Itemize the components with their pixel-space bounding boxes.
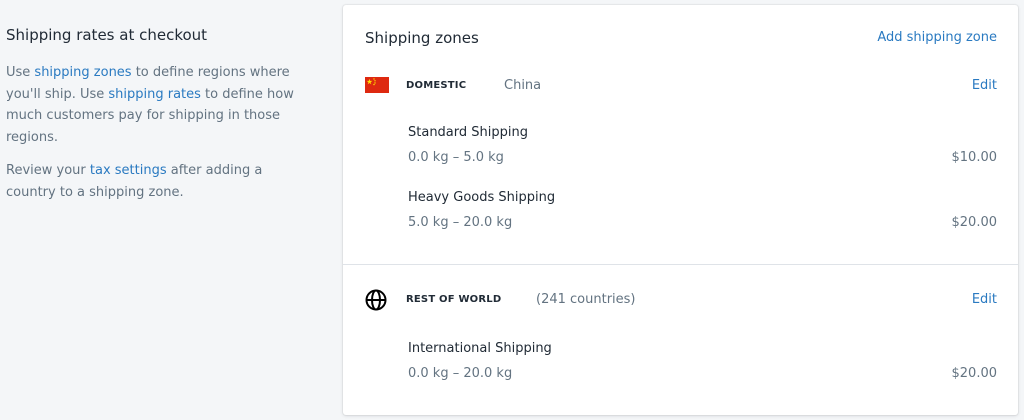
description-paragraph-zones: Use shipping zones to define regions whe… — [6, 62, 296, 148]
zone-header-domestic: DOMESTIC China Edit — [365, 76, 997, 98]
shipping-rates-link[interactable]: shipping rates — [108, 87, 201, 102]
zone-header-rest-of-world: REST OF WORLD (241 countries) Edit — [365, 289, 997, 312]
china-flag-icon — [365, 77, 389, 93]
rate-name: International Shipping — [408, 341, 552, 356]
description-paragraph-tax: Review your tax settings after adding a … — [6, 160, 296, 203]
rate-name: Heavy Goods Shipping — [408, 190, 556, 205]
edit-rest-of-world-zone-button[interactable]: Edit — [972, 292, 997, 307]
globe-icon — [365, 289, 387, 311]
section-title: Shipping rates at checkout — [6, 26, 208, 44]
zone-divider — [343, 264, 1018, 265]
description-text: Review your — [6, 163, 90, 178]
card-title: Shipping zones — [365, 29, 479, 47]
rate-price: $20.00 — [951, 215, 998, 230]
zone-tag: DOMESTIC — [406, 80, 467, 91]
rate-price: $10.00 — [951, 150, 998, 165]
shipping-rates-description: Shipping rates at checkout Use shipping … — [6, 24, 296, 215]
shipping-zones-link[interactable]: shipping zones — [34, 65, 131, 80]
rate-row: International Shipping 0.0 kg – 20.0 kg … — [408, 341, 997, 391]
add-shipping-zone-button[interactable]: Add shipping zone — [877, 30, 997, 45]
rate-price: $20.00 — [951, 366, 998, 381]
rate-weight-range: 0.0 kg – 20.0 kg — [408, 366, 513, 381]
rate-weight-range: 5.0 kg – 20.0 kg — [408, 215, 513, 230]
zone-country-count: (241 countries) — [536, 292, 636, 307]
rate-weight-range: 0.0 kg – 5.0 kg — [408, 150, 504, 165]
tax-settings-link[interactable]: tax settings — [90, 163, 167, 178]
shipping-zones-card: Shipping zones Add shipping zone DOMESTI… — [343, 5, 1018, 415]
description-text: Use — [6, 65, 35, 80]
zone-country: China — [504, 78, 542, 93]
rate-row: Standard Shipping 0.0 kg – 5.0 kg $10.00 — [408, 125, 997, 175]
zone-tag: REST OF WORLD — [406, 294, 502, 305]
card-header: Shipping zones Add shipping zone — [365, 29, 997, 51]
edit-domestic-zone-button[interactable]: Edit — [972, 78, 997, 93]
rate-name: Standard Shipping — [408, 125, 528, 140]
rate-row: Heavy Goods Shipping 5.0 kg – 20.0 kg $2… — [408, 190, 997, 240]
